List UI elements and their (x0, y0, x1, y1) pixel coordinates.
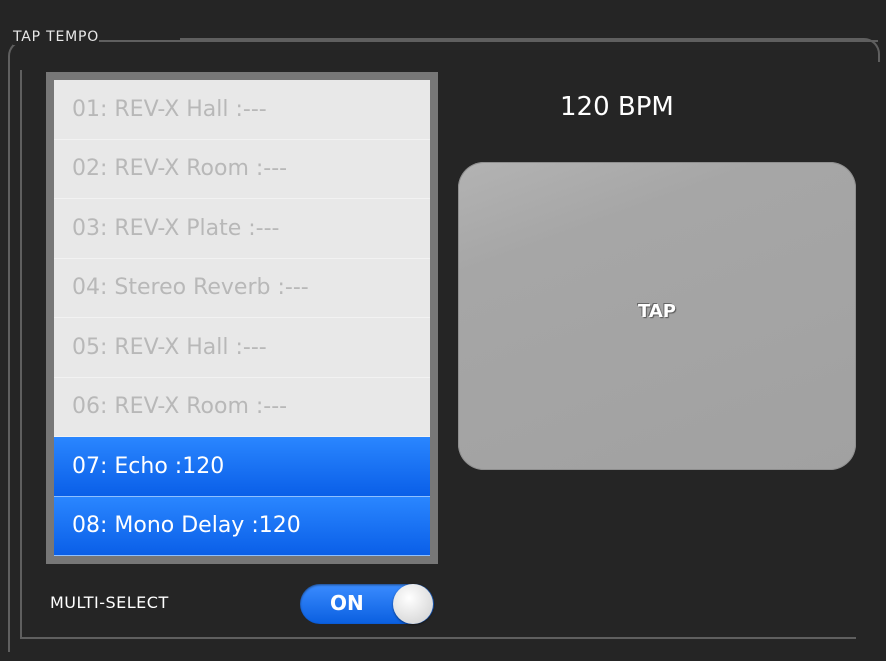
list-item[interactable]: 05: REV-X Hall :--- (54, 318, 430, 378)
multi-select-toggle[interactable]: ON (300, 584, 434, 624)
toggle-state-text: ON (330, 591, 364, 615)
panel-frame-bottom (20, 637, 856, 639)
tap-button[interactable]: TAP (458, 162, 856, 470)
list-item[interactable]: 01: REV-X Hall :--- (54, 80, 430, 140)
tap-button-label: TAP (637, 300, 676, 322)
list-item[interactable]: 06: REV-X Room :--- (54, 378, 430, 437)
list-item[interactable]: 04: Stereo Reverb :--- (54, 259, 430, 318)
toggle-knob[interactable] (393, 584, 433, 624)
list-item[interactable]: 03: REV-X Plate :--- (54, 199, 430, 259)
panel-frame-top (180, 38, 880, 62)
panel-title: TAP TEMPO (13, 29, 100, 45)
effects-list-container: 01: REV-X Hall :--- 02: REV-X Room :--- … (46, 72, 438, 564)
effects-list[interactable]: 01: REV-X Hall :--- 02: REV-X Room :--- … (54, 80, 430, 556)
list-item-selected[interactable]: 08: Mono Delay :120 (54, 496, 430, 556)
list-item-selected[interactable]: 07: Echo :120 (54, 437, 430, 497)
multi-select-label: MULTI-SELECT (50, 593, 169, 612)
list-item[interactable]: 02: REV-X Room :--- (54, 140, 430, 199)
panel-frame-inner-left (20, 70, 22, 638)
bpm-display: 120 BPM (560, 92, 674, 122)
